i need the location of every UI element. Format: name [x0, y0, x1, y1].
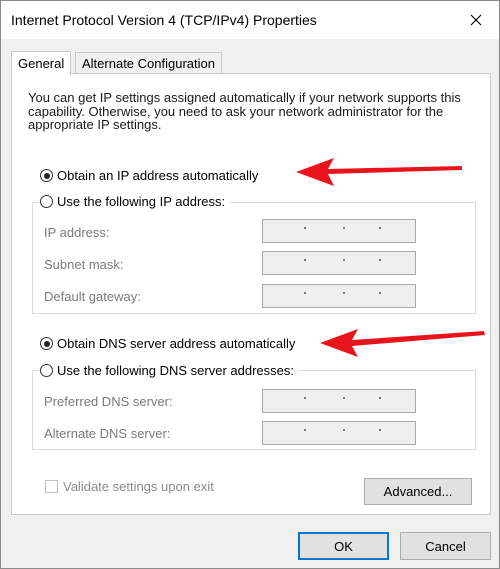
use-following-dns-label: Use the following DNS server addresses: — [57, 363, 294, 378]
red-arrow-icon — [296, 158, 462, 186]
validate-settings-label: Validate settings upon exit — [63, 479, 214, 494]
description-text: You can get IP settings assigned automat… — [28, 90, 461, 132]
preferred-dns-label: Preferred DNS server: — [44, 394, 173, 409]
tab-alternate-configuration[interactable]: Alternate Configuration — [75, 52, 222, 74]
cancel-button[interactable]: Cancel — [400, 532, 491, 560]
ip-address-label: IP address: — [44, 225, 110, 240]
obtain-ip-auto-label: Obtain an IP address automatically — [57, 168, 259, 183]
use-following-ip-radio[interactable]: Use the following IP address: — [40, 194, 230, 209]
default-gateway-label: Default gateway: — [44, 289, 141, 304]
obtain-dns-auto-radio[interactable]: Obtain DNS server address automatically — [40, 336, 295, 351]
alternate-dns-input[interactable] — [262, 421, 416, 445]
tab-general[interactable]: General — [11, 51, 72, 75]
close-button[interactable] — [453, 1, 499, 39]
ok-button[interactable]: OK — [298, 532, 389, 560]
default-gateway-input[interactable] — [262, 284, 416, 308]
radio-indicator — [40, 337, 53, 350]
radio-indicator — [40, 169, 53, 182]
alternate-dns-label: Alternate DNS server: — [44, 426, 171, 441]
dialog-window: Internet Protocol Version 4 (TCP/IPv4) P… — [0, 0, 500, 569]
radio-indicator — [40, 364, 53, 377]
checkbox-box — [45, 480, 58, 493]
subnet-mask-label: Subnet mask: — [44, 257, 124, 272]
ip-address-input[interactable] — [262, 219, 416, 243]
use-following-dns-radio[interactable]: Use the following DNS server addresses: — [40, 363, 298, 378]
radio-indicator — [40, 195, 53, 208]
general-panel: You can get IP settings assigned automat… — [11, 73, 491, 515]
advanced-button[interactable]: Advanced... — [364, 478, 472, 505]
obtain-ip-auto-radio[interactable]: Obtain an IP address automatically — [40, 168, 258, 183]
use-following-ip-label: Use the following IP address: — [57, 194, 226, 209]
subnet-mask-input[interactable] — [262, 251, 416, 275]
title-bar: Internet Protocol Version 4 (TCP/IPv4) P… — [1, 1, 499, 39]
obtain-dns-auto-label: Obtain DNS server address automatically — [57, 336, 296, 351]
red-arrow-icon — [320, 329, 485, 357]
validate-settings-checkbox[interactable]: Validate settings upon exit — [45, 479, 214, 494]
preferred-dns-input[interactable] — [262, 389, 416, 413]
close-icon — [470, 14, 482, 26]
window-title: Internet Protocol Version 4 (TCP/IPv4) P… — [11, 12, 317, 28]
